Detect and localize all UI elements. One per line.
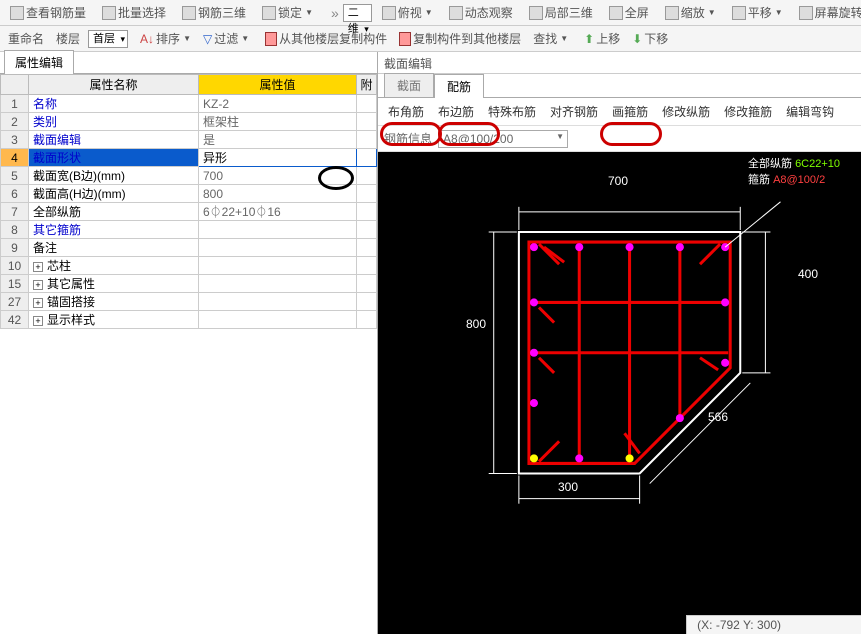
view-mode-select[interactable]: 二维 bbox=[343, 4, 372, 22]
batch-select-button[interactable]: 批量选择 bbox=[96, 2, 172, 23]
tab-section[interactable]: 截面 bbox=[384, 73, 434, 98]
fullscreen-button[interactable]: 全屏 bbox=[603, 2, 655, 23]
dim-diag: 566 bbox=[708, 410, 728, 424]
expand-icon[interactable]: + bbox=[33, 262, 43, 272]
dynamic-view-button[interactable]: 动态观察 bbox=[443, 2, 519, 23]
right-panel: 截面编辑 截面 配筋 布角筋 布边筋 特殊布筋 对齐钢筋 画箍筋 修改纵筋 修改… bbox=[378, 52, 861, 634]
down-button[interactable]: ⬇下移 bbox=[628, 28, 672, 49]
dim-left: 800 bbox=[466, 317, 486, 331]
expand-icon[interactable]: + bbox=[33, 280, 43, 290]
zoom-button[interactable]: 缩放▼ bbox=[659, 2, 722, 23]
property-row[interactable]: 8其它箍筋 bbox=[1, 221, 377, 239]
property-row[interactable]: 27+锚固搭接 bbox=[1, 293, 377, 311]
property-row[interactable]: 42+显示样式 bbox=[1, 311, 377, 329]
dim-right: 400 bbox=[798, 267, 818, 281]
tab-rebar[interactable]: 配筋 bbox=[434, 74, 484, 98]
top-view-button[interactable]: 俯视▼ bbox=[376, 2, 439, 23]
section-title: 截面编辑 bbox=[378, 52, 861, 74]
property-row[interactable]: 7全部纵筋6⏀22+10⏀16 bbox=[1, 203, 377, 221]
expand-icon[interactable]: + bbox=[33, 316, 43, 326]
expand-icon[interactable]: + bbox=[33, 298, 43, 308]
special-rebar-button[interactable]: 特殊布筋 bbox=[482, 100, 542, 123]
property-row[interactable]: 4截面形状异形 bbox=[1, 149, 377, 167]
copy-from-button[interactable]: 从其他楼层复制构件 bbox=[261, 28, 391, 49]
rebar-3d-button[interactable]: 钢筋三维 bbox=[176, 2, 252, 23]
property-table: 属性名称 属性值 附 1名称KZ-22类别框架柱3截面编辑是4截面形状异形5截面… bbox=[0, 74, 377, 329]
filter-button[interactable]: ▽过滤▼ bbox=[199, 28, 253, 49]
drawing-canvas[interactable]: 700 400 800 566 300 全部纵筋 6C22+10 箍筋 A8@1… bbox=[378, 152, 861, 634]
property-row[interactable]: 1名称KZ-2 bbox=[1, 95, 377, 113]
floor-select[interactable]: 首层 bbox=[88, 30, 128, 48]
top-toolbar: 查看钢筋量 批量选择 钢筋三维 锁定▼ » 二维 俯视▼ 动态观察 局部三维 全… bbox=[0, 0, 861, 26]
col-idx bbox=[1, 75, 29, 95]
property-row[interactable]: 10+芯柱 bbox=[1, 257, 377, 275]
floor-label: 楼层 bbox=[52, 28, 84, 49]
mid-toolbar: 重命名 楼层 首层 A↓排序▼ ▽过滤▼ 从其他楼层复制构件 复制构件到其他楼层… bbox=[0, 26, 861, 52]
property-row[interactable]: 2类别框架柱 bbox=[1, 113, 377, 131]
dim-top: 700 bbox=[608, 174, 628, 188]
rename-button[interactable]: 重命名 bbox=[4, 28, 48, 49]
rotate-button[interactable]: 屏幕旋转▼ bbox=[793, 2, 861, 23]
align-rebar-button[interactable]: 对齐钢筋 bbox=[544, 100, 604, 123]
lock-button[interactable]: 锁定▼ bbox=[256, 2, 319, 23]
sort-button[interactable]: A↓排序▼ bbox=[136, 28, 195, 49]
status-bar: (X: -792 Y: 300) bbox=[686, 615, 861, 634]
property-row[interactable]: 15+其它属性 bbox=[1, 275, 377, 293]
rebar-info-label: 钢筋信息 bbox=[384, 130, 432, 147]
pan-button[interactable]: 平移▼ bbox=[726, 2, 789, 23]
edit-hook-button[interactable]: 编辑弯钩 bbox=[780, 100, 840, 123]
property-row[interactable]: 5截面宽(B边)(mm)700 bbox=[1, 167, 377, 185]
copy-to-button[interactable]: 复制构件到其他楼层 bbox=[395, 28, 525, 49]
property-row[interactable]: 6截面高(H边)(mm)800 bbox=[1, 185, 377, 203]
rebar-info-input[interactable]: A8@100/200 bbox=[438, 130, 568, 148]
local-3d-button[interactable]: 局部三维 bbox=[523, 2, 599, 23]
edit-stirrup-button[interactable]: 修改箍筋 bbox=[718, 100, 778, 123]
edit-long-rebar-button[interactable]: 修改纵筋 bbox=[656, 100, 716, 123]
corner-rebar-button[interactable]: 布角筋 bbox=[382, 100, 430, 123]
property-row[interactable]: 9备注 bbox=[1, 239, 377, 257]
rebar-legend: 全部纵筋 6C22+10 箍筋 A8@100/2 bbox=[748, 155, 840, 187]
dim-bottom: 300 bbox=[558, 480, 578, 494]
side-rebar-button[interactable]: 布边筋 bbox=[432, 100, 480, 123]
view-rebar-button[interactable]: 查看钢筋量 bbox=[4, 2, 92, 23]
col-value: 属性值 bbox=[199, 75, 357, 95]
col-ext: 附 bbox=[357, 75, 377, 95]
up-button[interactable]: ⬆上移 bbox=[580, 28, 624, 49]
property-row[interactable]: 3截面编辑是 bbox=[1, 131, 377, 149]
tab-properties[interactable]: 属性编辑 bbox=[4, 50, 74, 74]
rebar-info-bar: 钢筋信息 A8@100/200 bbox=[378, 126, 861, 152]
left-panel: 属性编辑 属性名称 属性值 附 1名称KZ-22类别框架柱3截面编辑是4截面形状… bbox=[0, 52, 378, 634]
rebar-toolbar: 布角筋 布边筋 特殊布筋 对齐钢筋 画箍筋 修改纵筋 修改箍筋 编辑弯钩 bbox=[378, 98, 861, 126]
find-button[interactable]: 查找▼ bbox=[529, 28, 572, 49]
col-name: 属性名称 bbox=[29, 75, 199, 95]
draw-stirrup-button[interactable]: 画箍筋 bbox=[606, 100, 654, 123]
section-drawing bbox=[378, 152, 861, 634]
